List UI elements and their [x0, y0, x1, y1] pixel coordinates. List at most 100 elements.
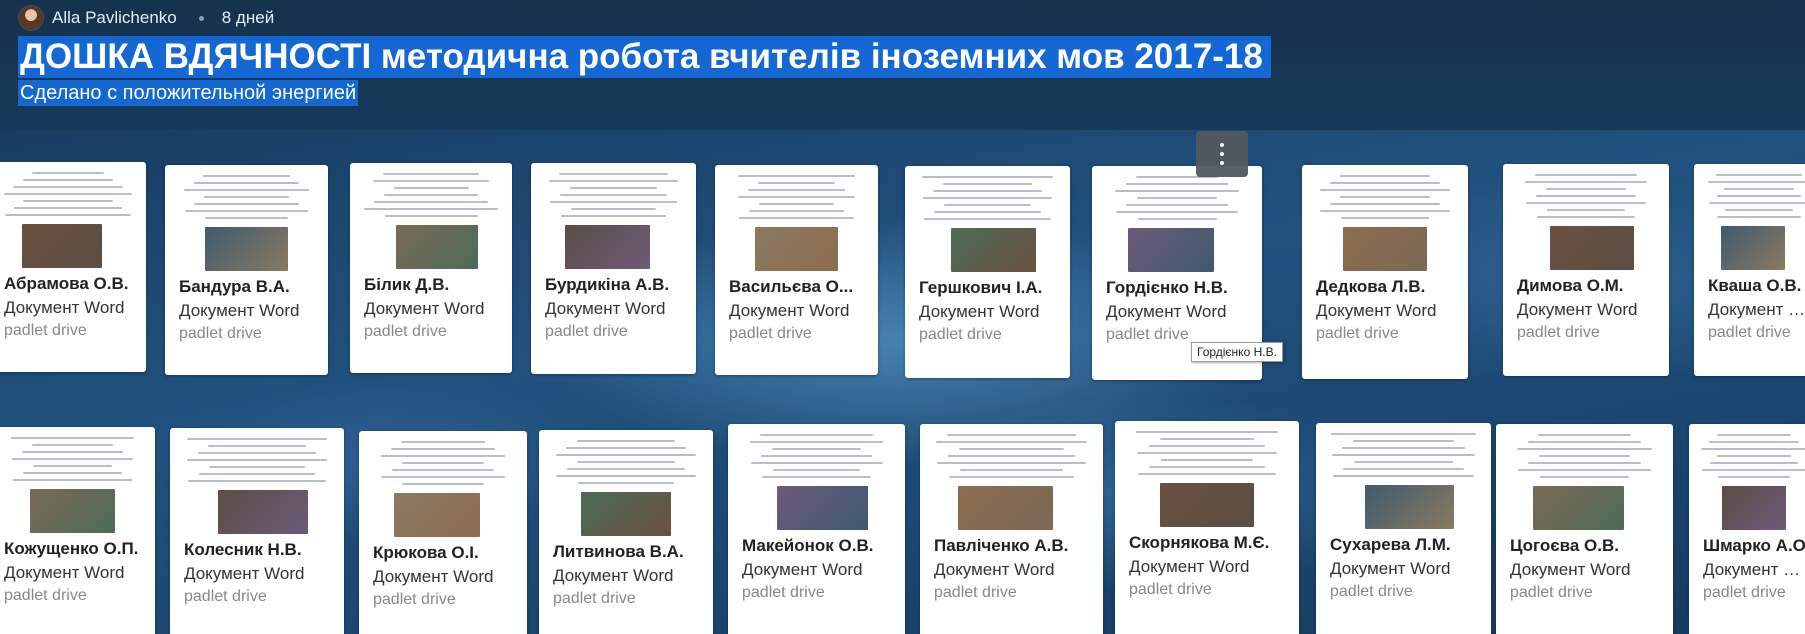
- separator-dot: [198, 15, 204, 21]
- card-title: Кваша О.В.: [1708, 276, 1802, 295]
- post-card[interactable]: Цогоєва О.В. Документ Word padlet drive: [1496, 424, 1673, 634]
- card-file-type: Документ Word: [742, 560, 863, 579]
- preview-photo: [1720, 226, 1786, 270]
- post-card[interactable]: Скорнякова М.Є. Документ Word padlet drive: [1115, 421, 1299, 634]
- document-preview[interactable]: [176, 432, 338, 540]
- card-title: Шмарко А.О.: [1703, 536, 1805, 555]
- document-preview[interactable]: [537, 167, 690, 275]
- document-preview[interactable]: [1695, 428, 1805, 536]
- post-card[interactable]: Дедкова Л.В. Документ Word padlet drive: [1302, 165, 1468, 379]
- card-title: Сухарева Л.М.: [1330, 535, 1451, 554]
- card-title: Васильєва О...: [729, 277, 854, 296]
- document-preview[interactable]: [0, 166, 140, 274]
- card-title: Литвинова В.А.: [553, 542, 684, 561]
- card-source: padlet drive: [934, 584, 1017, 601]
- card-source: padlet drive: [553, 590, 636, 607]
- card-file-type: Документ Word: [1106, 302, 1227, 321]
- card-source: padlet drive: [1510, 584, 1593, 601]
- card-source: padlet drive: [1517, 324, 1600, 341]
- card-file-type: Документ Word: [934, 560, 1055, 579]
- card-source: padlet drive: [1316, 325, 1399, 342]
- post-card[interactable]: Сухарева Л.М. Документ Word padlet drive: [1316, 423, 1491, 634]
- document-preview[interactable]: [545, 434, 707, 542]
- card-title: Бурдикіна А.В.: [545, 275, 670, 294]
- card-source: padlet drive: [729, 325, 812, 342]
- card-source: padlet drive: [1703, 584, 1786, 601]
- card-file-type: Документ Word: [1330, 559, 1451, 578]
- document-preview[interactable]: [734, 428, 899, 536]
- card-source: padlet drive: [184, 588, 267, 605]
- author-name[interactable]: Alla Pavlichenko: [52, 8, 177, 28]
- post-card[interactable]: Макейонок О.В. Документ Word padlet drive: [728, 424, 905, 634]
- preview-photo: [394, 493, 480, 537]
- card-file-type: Документ Word: [919, 302, 1040, 321]
- preview-photo: [22, 224, 102, 268]
- document-preview[interactable]: [1308, 169, 1462, 277]
- card-title: Гершкович І.А.: [919, 278, 1043, 297]
- document-preview[interactable]: [356, 167, 506, 275]
- post-card[interactable]: Павліченко А.В. Документ Word padlet drive: [920, 424, 1103, 634]
- card-file-type: Документ Word: [1316, 301, 1437, 320]
- card-file-type: Документ Word: [1703, 560, 1805, 579]
- post-card[interactable]: Бандура В.А. Документ Word padlet drive: [165, 165, 328, 375]
- card-title: Дедкова Л.В.: [1316, 277, 1426, 296]
- card-title: Абрамова О.В.: [4, 274, 129, 293]
- post-time: 8 дней: [221, 8, 275, 27]
- post-card[interactable]: Бурдикіна А.В. Документ Word padlet drive: [531, 163, 696, 374]
- card-title: Білик Д.В.: [364, 275, 450, 294]
- document-preview[interactable]: [721, 169, 872, 277]
- post-card[interactable]: Крюкова О.І. Документ Word padlet drive: [359, 431, 527, 634]
- post-card[interactable]: Литвинова В.А. Документ Word padlet drive: [539, 430, 713, 634]
- card-file-type: Документ Word: [1129, 557, 1250, 576]
- preview-photo: [958, 486, 1053, 530]
- document-preview[interactable]: [1502, 428, 1667, 536]
- post-menu-button[interactable]: [1196, 131, 1248, 177]
- more-vertical-icon: [1220, 143, 1224, 147]
- card-source: padlet drive: [4, 322, 87, 339]
- post-card[interactable]: Димова О.М. Документ Word padlet drive: [1503, 164, 1669, 376]
- post-card[interactable]: Абрамова О.В. Документ Word padlet drive: [0, 162, 146, 372]
- document-preview[interactable]: [365, 435, 521, 543]
- preview-photo: [1533, 486, 1624, 530]
- document-preview[interactable]: [0, 431, 149, 539]
- post-card[interactable]: Білик Д.В. Документ Word padlet drive: [350, 163, 512, 373]
- wall-subtitle: Сделано с положительной энергией: [18, 80, 359, 106]
- post-card[interactable]: Колесник Н.В. Документ Word padlet drive: [170, 428, 344, 634]
- document-preview[interactable]: [1700, 168, 1805, 276]
- card-file-type: Документ Word: [553, 566, 674, 585]
- post-card[interactable]: Кваша О.В. Документ Word padlet drive: [1694, 164, 1805, 376]
- document-preview[interactable]: [1509, 168, 1663, 276]
- card-file-type: Документ Word: [1510, 560, 1631, 579]
- card-source: padlet drive: [919, 326, 1002, 343]
- post-card[interactable]: Кожущенко О.П. Документ Word padlet drive: [0, 427, 155, 634]
- document-preview[interactable]: [1322, 427, 1485, 535]
- document-preview[interactable]: [926, 428, 1097, 536]
- document-preview[interactable]: [1121, 425, 1293, 533]
- card-source: padlet drive: [545, 323, 628, 340]
- card-source: padlet drive: [179, 325, 262, 342]
- post-card[interactable]: Шмарко А.О. Документ Word padlet drive: [1689, 424, 1805, 634]
- document-preview[interactable]: [171, 169, 322, 277]
- preview-photo: [395, 225, 479, 269]
- hover-tooltip: Гордієнко Н.В.: [1191, 342, 1283, 362]
- wall-title: ДОШКА ВДЯЧНОСТІ методична робота вчителі…: [18, 36, 1271, 78]
- card-title: Димова О.М.: [1517, 276, 1624, 295]
- author-avatar[interactable]: [18, 5, 44, 31]
- card-source: padlet drive: [742, 584, 825, 601]
- card-source: padlet drive: [1129, 581, 1212, 598]
- document-preview[interactable]: [911, 170, 1064, 278]
- post-card[interactable]: Гершкович І.А. Документ Word padlet drive: [905, 166, 1070, 378]
- document-preview[interactable]: [1098, 170, 1256, 278]
- card-file-type: Документ Word: [729, 301, 850, 320]
- card-source: padlet drive: [4, 587, 87, 604]
- preview-photo: [30, 489, 115, 533]
- card-title: Колесник Н.В.: [184, 540, 302, 559]
- preview-photo: [1549, 226, 1635, 270]
- post-card[interactable]: Васильєва О... Документ Word padlet drive: [715, 165, 878, 375]
- card-file-type: Документ Word: [179, 301, 300, 320]
- card-file-type: Документ Word: [4, 563, 125, 582]
- card-file-type: Документ Word: [545, 299, 666, 318]
- card-file-type: Документ Word: [1708, 300, 1805, 319]
- preview-photo: [777, 486, 868, 530]
- card-title: Павліченко А.В.: [934, 536, 1069, 555]
